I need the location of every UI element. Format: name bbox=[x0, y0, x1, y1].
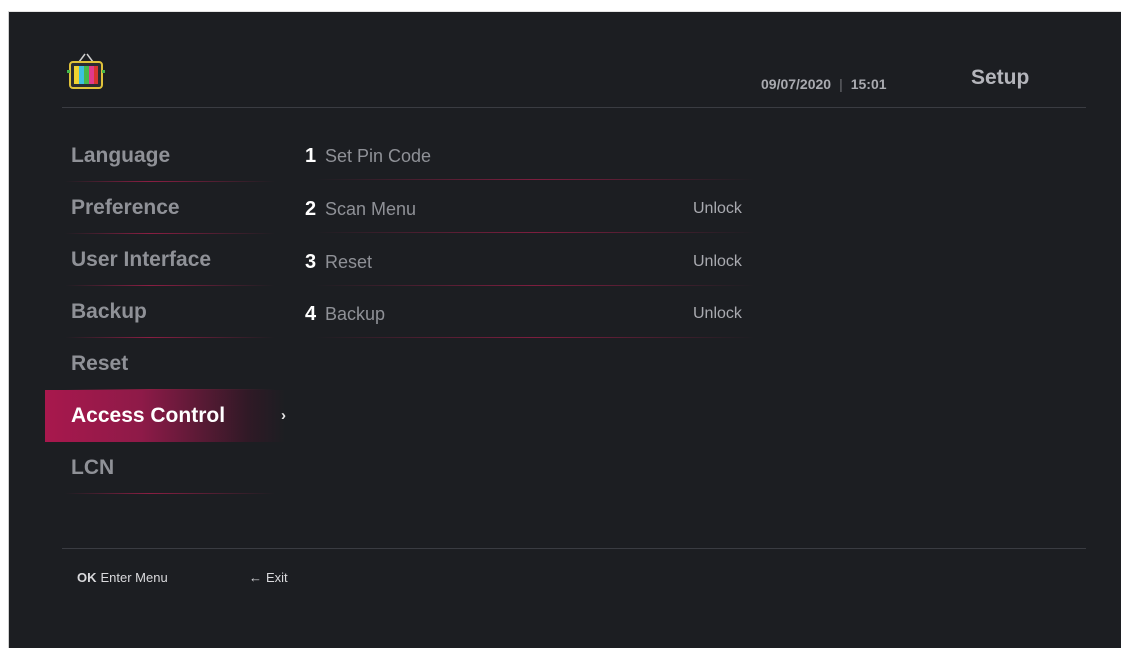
sidebar-item-label: Backup bbox=[71, 300, 147, 323]
chevron-right-icon: › bbox=[281, 407, 286, 424]
date-text: 09/07/2020 bbox=[761, 76, 832, 92]
header-divider bbox=[62, 107, 1086, 108]
footer-hint-ok: OK Enter Menu bbox=[77, 570, 168, 585]
option-number: 4 bbox=[305, 303, 317, 325]
time-text: 15:01 bbox=[850, 76, 887, 92]
option-number: 2 bbox=[305, 198, 317, 220]
ok-key-icon: OK bbox=[77, 570, 97, 585]
sidebar-item-lcn[interactable]: LCN bbox=[45, 442, 285, 494]
option-scan-menu[interactable]: 2 Scan Menu Unlock bbox=[305, 183, 775, 235]
footer-hint-label: Enter Menu bbox=[100, 570, 168, 585]
option-label: Reset bbox=[325, 252, 373, 272]
sidebar-item-label: Reset bbox=[71, 352, 129, 375]
sidebar-item-user-interface[interactable]: User Interface bbox=[45, 234, 285, 286]
sidebar-item-label: Access Control bbox=[71, 404, 226, 427]
option-label: Set Pin Code bbox=[325, 146, 432, 166]
footer-hint-exit: ← Exit bbox=[249, 570, 288, 585]
sidebar-item-preference[interactable]: Preference bbox=[45, 182, 285, 234]
option-label: Scan Menu bbox=[325, 199, 417, 219]
sidebar-item-reset[interactable]: Reset bbox=[45, 338, 285, 390]
sidebar-item-language[interactable]: Language bbox=[45, 130, 285, 182]
tv-screen: 09/07/2020 | 15:01 Setup Language Preferen… bbox=[8, 11, 1121, 648]
option-label: Backup bbox=[325, 304, 386, 324]
option-reset[interactable]: 3 Reset Unlock bbox=[305, 236, 775, 288]
sidebar-item-label: User Interface bbox=[71, 248, 212, 271]
sidebar-item-backup[interactable]: Backup bbox=[45, 286, 285, 338]
date-time: 09/07/2020 | 15:01 bbox=[761, 76, 887, 92]
option-status: Unlock bbox=[693, 305, 742, 322]
footer-divider bbox=[62, 548, 1086, 549]
option-set-pin-code[interactable]: 1 Set Pin Code bbox=[305, 130, 775, 182]
sidebar-item-access-control[interactable]: Access Control › bbox=[45, 390, 286, 442]
option-number: 1 bbox=[305, 145, 317, 167]
option-status: Unlock bbox=[693, 200, 742, 217]
retro-tv-icon bbox=[67, 53, 105, 89]
option-backup[interactable]: 4 Backup Unlock bbox=[305, 288, 775, 340]
sidebar-item-label: Language bbox=[71, 144, 171, 167]
page-title: Setup bbox=[971, 66, 1030, 89]
back-arrow-icon: ← bbox=[249, 570, 262, 585]
footer-hint-label: Exit bbox=[266, 570, 288, 585]
option-status: Unlock bbox=[693, 253, 742, 270]
sidebar-item-label: LCN bbox=[71, 456, 115, 479]
date-time-separator: | bbox=[839, 76, 843, 92]
sidebar-item-label: Preference bbox=[71, 196, 180, 219]
option-number: 3 bbox=[305, 251, 317, 273]
